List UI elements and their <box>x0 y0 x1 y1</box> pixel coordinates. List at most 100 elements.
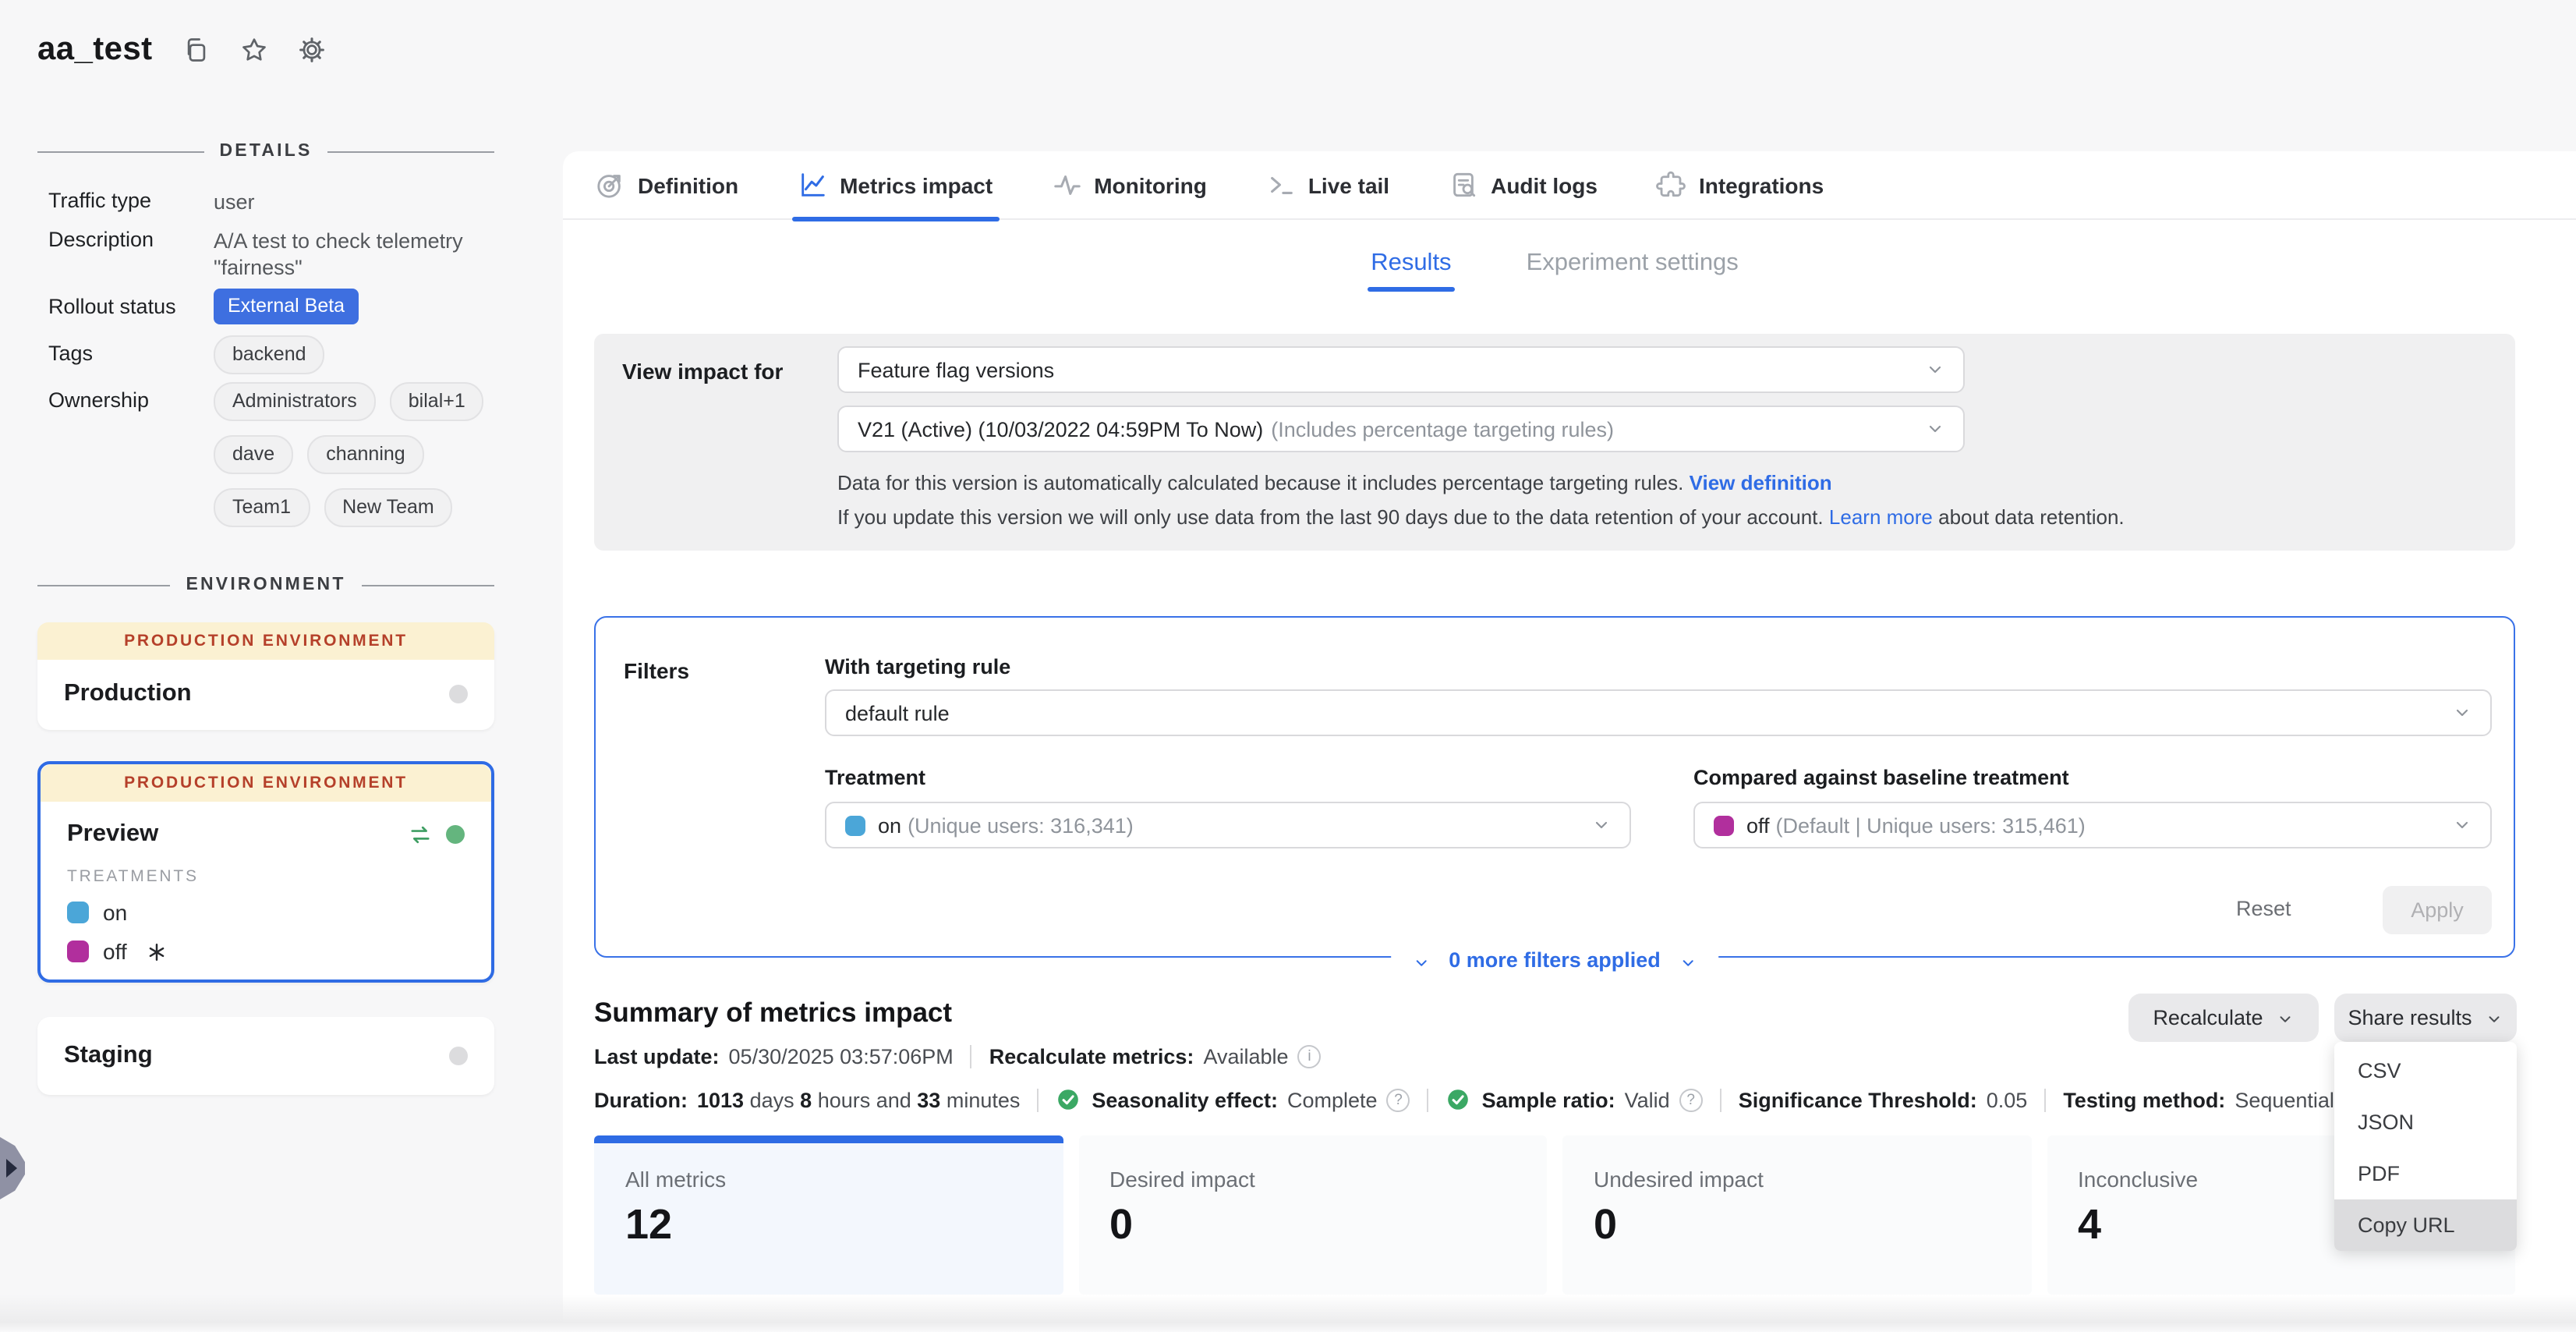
rollout-status-row: Rollout status External Beta <box>48 295 204 318</box>
treatment-item-off: off <box>41 939 491 964</box>
production-environment-banner: PRODUCTION ENVIRONMENT <box>37 622 494 660</box>
learn-more-link[interactable]: Learn more <box>1829 505 1933 529</box>
testing-method-value: Sequential <box>2235 1088 2334 1111</box>
pulse-icon <box>1052 170 1081 200</box>
recalculate-metrics-value: Available <box>1203 1045 1288 1068</box>
targeting-rule-select[interactable]: default rule <box>825 689 2492 736</box>
baseline-select[interactable]: off (Default | Unique users: 315,461) <box>1693 802 2492 848</box>
treatment-color-swatch <box>845 815 865 835</box>
tab-live-tail[interactable]: Live tail <box>1266 151 1389 219</box>
environment-name: Production <box>64 679 449 707</box>
document-search-icon <box>1449 170 1478 200</box>
more-filters-toggle[interactable]: 0 more filters applied <box>1391 948 1718 972</box>
seasonality-label: Seasonality effect: <box>1092 1088 1278 1111</box>
env-name-row: Production <box>37 660 494 727</box>
puzzle-icon <box>1657 170 1686 200</box>
metric-summary-cards: All metrics 12 Desired impact 0 Undesire… <box>594 1135 2515 1295</box>
tab-bar: Definition Metrics impact Monitoring Liv… <box>563 151 2576 220</box>
duration-minutes-unit: minutes <box>940 1088 1020 1111</box>
auto-calc-note: Data for this version is automatically c… <box>837 471 1832 494</box>
version-value: V21 (Active) (10/03/2022 04:59PM To Now) <box>858 417 1263 441</box>
owner-pill: channing <box>307 435 424 474</box>
share-results-button[interactable]: Share results <box>2334 994 2517 1042</box>
tab-label: Integrations <box>1699 172 1824 197</box>
divider <box>1037 1088 1039 1111</box>
tags-label: Tags <box>48 342 204 365</box>
metric-card-all-metrics[interactable]: All metrics 12 <box>594 1135 1063 1295</box>
treatment-value-detail: (Unique users: 316,341) <box>908 813 1134 837</box>
subtab-experiment-settings[interactable]: Experiment settings <box>1527 250 1739 292</box>
details-section-label: DETAILS <box>219 142 312 161</box>
treatments-label: TREATMENTS <box>41 867 491 886</box>
last-update-label: Last update: <box>594 1045 720 1068</box>
metric-card-desired-impact[interactable]: Desired impact 0 <box>1078 1135 1547 1295</box>
menu-item-csv[interactable]: CSV <box>2334 1045 2517 1096</box>
duration-hours-unit: hours and <box>812 1088 917 1111</box>
menu-item-pdf[interactable]: PDF <box>2334 1148 2517 1199</box>
last-update-value: 05/30/2025 03:57:06PM <box>729 1045 954 1068</box>
swap-arrows-icon[interactable] <box>407 821 433 848</box>
chevron-down-icon <box>2453 816 2472 834</box>
chevron-down-icon <box>2277 1009 2295 1026</box>
chevron-down-icon <box>1679 951 1697 969</box>
tab-audit-logs[interactable]: Audit logs <box>1449 151 1598 219</box>
subtab-results[interactable]: Results <box>1371 250 1451 292</box>
menu-item-copy-url[interactable]: Copy URL <box>2334 1199 2517 1251</box>
tab-definition[interactable]: Definition <box>596 151 738 219</box>
recalculate-button[interactable]: Recalculate <box>2128 994 2319 1042</box>
version-select[interactable]: V21 (Active) (10/03/2022 04:59PM To Now)… <box>837 406 1965 452</box>
divider <box>1428 1088 1429 1111</box>
environment-name: Preview <box>67 820 407 848</box>
info-icon[interactable]: i <box>1298 1045 1322 1068</box>
apply-button[interactable]: Apply <box>2383 886 2492 934</box>
metric-card-value: 12 <box>625 1201 672 1249</box>
reset-button[interactable]: Reset <box>2236 897 2291 920</box>
retention-text: If you update this version we will only … <box>837 505 1824 529</box>
metric-card-undesired-impact[interactable]: Undesired impact 0 <box>1562 1135 2031 1295</box>
ownership-label: Ownership <box>48 388 204 412</box>
retention-note: If you update this version we will only … <box>837 505 2125 529</box>
sub-tab-bar: Results Experiment settings <box>594 250 2515 292</box>
sample-ratio-value: Valid <box>1625 1088 1670 1111</box>
tab-integrations[interactable]: Integrations <box>1657 151 1824 219</box>
view-impact-panel: View impact for Feature flag versions V2… <box>594 334 2515 551</box>
treatment-select[interactable]: on (Unique users: 316,341) <box>825 802 1631 848</box>
environment-card-preview[interactable]: PRODUCTION ENVIRONMENT Preview TREATMENT… <box>37 761 494 983</box>
production-environment-banner: PRODUCTION ENVIRONMENT <box>41 764 491 802</box>
chevron-down-icon <box>2453 703 2472 722</box>
duration-value: 1013 days 8 hours and 33 minutes <box>697 1088 1020 1111</box>
ownership-cell: Administrators bilal+1 dave channing Tea… <box>214 382 510 527</box>
tab-monitoring[interactable]: Monitoring <box>1052 151 1207 219</box>
more-filters-text: 0 more filters applied <box>1449 948 1661 972</box>
env-name-row: Preview <box>41 802 491 867</box>
metric-card-value: 4 <box>2078 1201 2101 1249</box>
tab-label: Definition <box>638 172 738 197</box>
terminal-icon <box>1266 170 1296 200</box>
environment-section-label: ENVIRONMENT <box>186 576 345 594</box>
details-section-header: DETAILS <box>37 142 494 161</box>
view-definition-link[interactable]: View definition <box>1690 471 1832 494</box>
treatment-label: Treatment <box>825 766 925 789</box>
filters-panel: Filters With targeting rule default rule… <box>594 616 2515 958</box>
environment-card-staging[interactable]: Staging <box>37 1017 494 1095</box>
tab-label: Audit logs <box>1491 172 1598 197</box>
targeting-rule-label: With targeting rule <box>825 655 1010 678</box>
environment-card-production[interactable]: PRODUCTION ENVIRONMENT Production <box>37 622 494 730</box>
divider <box>328 151 494 152</box>
help-icon[interactable]: ? <box>1679 1088 1703 1111</box>
chevron-right-icon <box>6 1159 17 1178</box>
duration-label: Duration: <box>594 1088 688 1111</box>
impact-source-select[interactable]: Feature flag versions <box>837 346 1965 393</box>
check-circle-icon <box>1056 1087 1081 1112</box>
menu-item-json[interactable]: JSON <box>2334 1096 2517 1148</box>
help-icon[interactable]: ? <box>1387 1088 1410 1111</box>
main-panel: Definition Metrics impact Monitoring Liv… <box>563 151 2576 1332</box>
treatment-name: off <box>103 939 127 964</box>
traffic-type-value: user <box>214 189 510 215</box>
impact-source-value: Feature flag versions <box>858 358 1054 381</box>
divider <box>2044 1088 2046 1111</box>
tab-metrics-impact[interactable]: Metrics impact <box>798 151 993 219</box>
tags-cell: backend <box>214 335 510 374</box>
description-row: Description A/A test to check telemetry … <box>48 228 204 251</box>
retention-suffix: about data retention. <box>1938 505 2125 529</box>
